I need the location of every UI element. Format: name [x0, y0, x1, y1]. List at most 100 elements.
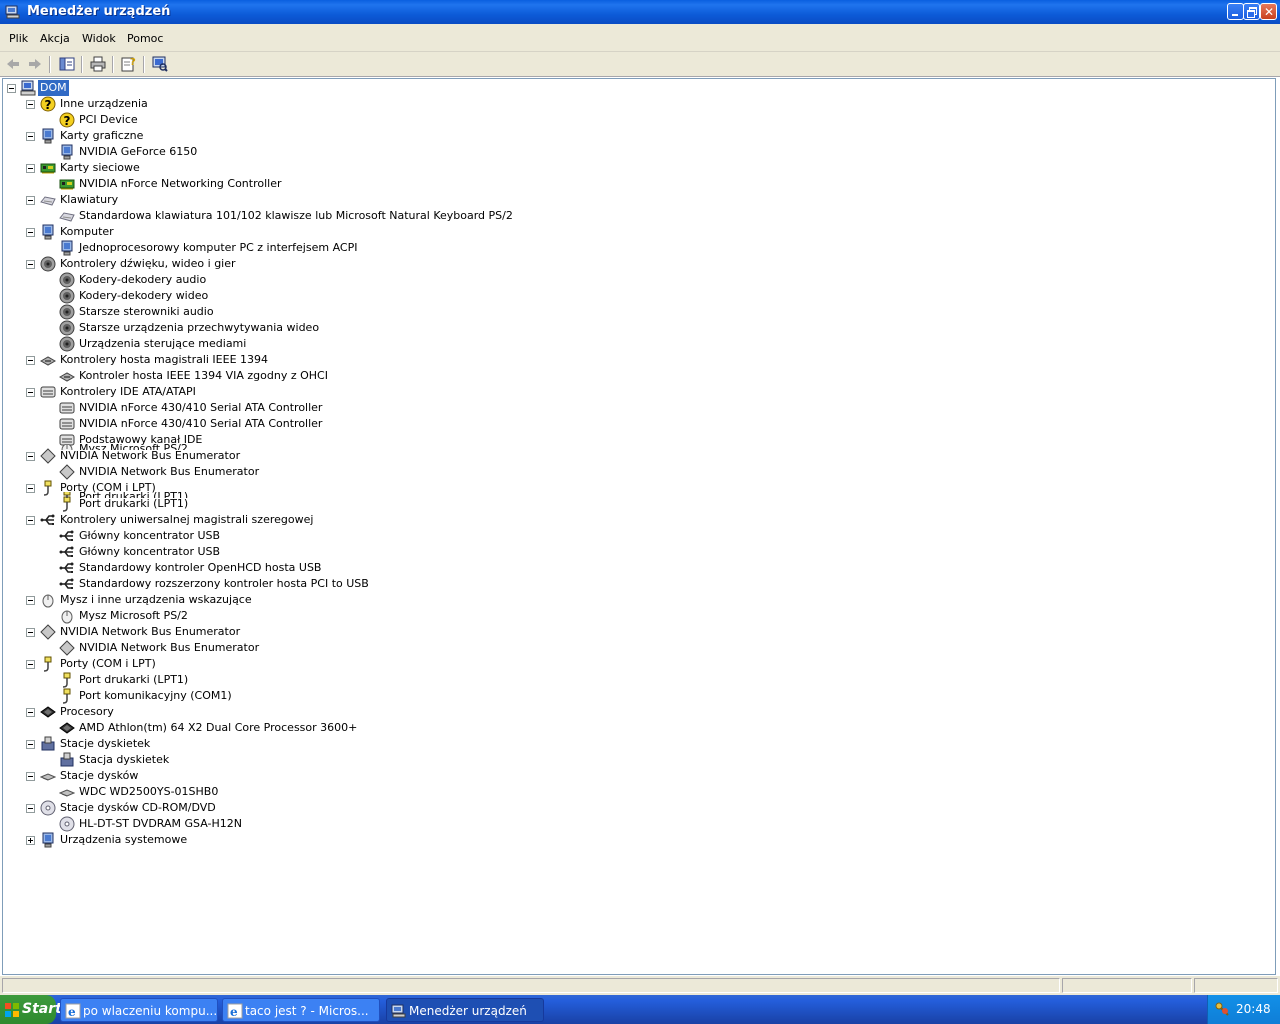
diamond-icon: [59, 640, 75, 656]
tree-label-kontrolery-uniwersalnej-magistrali-szeregowej: Kontrolery uniwersalnej magistrali szere…: [60, 513, 314, 526]
minimize-button[interactable]: [1227, 3, 1244, 20]
collapse-button[interactable]: [26, 100, 35, 109]
ie-icon: e: [65, 1003, 81, 1019]
tree-item-device[interactable]: Główny koncentrator USB: [3, 528, 1273, 544]
collapse-button[interactable]: [26, 516, 35, 525]
tree-item-device[interactable]: NVIDIA nForce Networking Controller: [3, 176, 1273, 192]
tree-item-category[interactable]: Stacje dyskietek: [3, 736, 1273, 752]
collapse-button[interactable]: [26, 740, 35, 749]
tree-item-device[interactable]: Standardowy kontroler OpenHCD hosta USB: [3, 560, 1273, 576]
tree-label-urzadzenia-systemowe: Urządzenia systemowe: [60, 833, 188, 846]
tree-item-device[interactable]: Stacja dyskietek: [3, 752, 1273, 768]
tree-item-root[interactable]: DOM: [3, 80, 1273, 96]
collapse-button[interactable]: [26, 708, 35, 717]
tree-item-device[interactable]: ? PCI Device: [3, 112, 1273, 128]
tree-item-category[interactable]: Mysz i inne urządzenia wskazujące: [3, 592, 1273, 608]
tree-item-device[interactable]: Port drukarki (LPT1): [3, 496, 1273, 512]
tree-item-category[interactable]: Karty sieciowe: [3, 160, 1273, 176]
tree-label-nvidia-nforce-430-410-serial-ata-controller: NVIDIA nForce 430/410 Serial ATA Control…: [79, 417, 323, 430]
tree-item-device[interactable]: NVIDIA nForce 430/410 Serial ATA Control…: [3, 400, 1273, 416]
port-icon: [59, 688, 75, 704]
collapse-button[interactable]: [26, 772, 35, 781]
collapse-button[interactable]: [26, 196, 35, 205]
expand-button[interactable]: [26, 836, 35, 845]
print-icon[interactable]: [89, 55, 107, 73]
tree-item-category[interactable]: Stacje dysków CD-ROM/DVD: [3, 800, 1273, 816]
collapse-button[interactable]: [26, 452, 35, 461]
clock[interactable]: 20:48: [1236, 1002, 1271, 1016]
collapse-button[interactable]: [7, 84, 16, 93]
tree-item-device[interactable]: Port drukarki (LPT1): [3, 672, 1273, 688]
back-arrow-icon[interactable]: [4, 55, 22, 73]
tree-item-device[interactable]: Kontroler hosta IEEE 1394 VIA zgodny z O…: [3, 368, 1273, 384]
collapse-button[interactable]: [26, 228, 35, 237]
start-button[interactable]: Start: [0, 995, 62, 1024]
network-card-icon: [40, 160, 56, 176]
tree-label-stacje-dyskow-cd-rom-dvd: Stacje dysków CD-ROM/DVD: [60, 801, 216, 814]
task-button-1[interactable]: e po wlaczeniu kompu...: [60, 998, 218, 1022]
tree-item-device[interactable]: Urządzenia sterujące mediami: [3, 336, 1273, 352]
question-icon: ?: [40, 96, 56, 112]
tree-label-komputer: Komputer: [60, 225, 114, 238]
tree-item-device[interactable]: NVIDIA GeForce 6150: [3, 144, 1273, 160]
tree-item-category[interactable]: NVIDIA Network Bus Enumerator: [3, 448, 1273, 464]
diamond-icon: [40, 448, 56, 464]
tree-item-category[interactable]: Stacje dysków: [3, 768, 1273, 784]
ghost-row: Port drukarki (LPT1): [3, 492, 403, 498]
scan-hardware-icon[interactable]: [151, 55, 169, 73]
tree-item-device[interactable]: Mysz Microsoft PS/2: [3, 608, 1273, 624]
collapse-button[interactable]: [26, 596, 35, 605]
restore-button[interactable]: [1243, 3, 1260, 20]
tree-item-category[interactable]: Kontrolery hosta magistrali IEEE 1394: [3, 352, 1273, 368]
menu-pomoc[interactable]: Pomoc: [127, 32, 163, 45]
close-button[interactable]: ✕: [1260, 3, 1277, 20]
tree-item-category[interactable]: Komputer: [3, 224, 1273, 240]
tree-item-device[interactable]: Główny koncentrator USB: [3, 544, 1273, 560]
tree-item-device[interactable]: HL-DT-ST DVDRAM GSA-H12N: [3, 816, 1273, 832]
tree-item-category[interactable]: Kontrolery IDE ATA/ATAPI: [3, 384, 1273, 400]
tree-item-device[interactable]: Starsze urządzenia przechwytywania wideo: [3, 320, 1273, 336]
collapse-button[interactable]: [26, 628, 35, 637]
collapse-button[interactable]: [26, 260, 35, 269]
tree-item-device[interactable]: Jednoprocesorowy komputer PC z interfejs…: [3, 240, 1273, 256]
tree-item-device[interactable]: Port komunikacyjny (COM1): [3, 688, 1273, 704]
tree-item-category[interactable]: Porty (COM i LPT): [3, 656, 1273, 672]
tree-item-device[interactable]: Kodery-dekodery audio: [3, 272, 1273, 288]
collapse-button[interactable]: [26, 164, 35, 173]
tree-item-device[interactable]: NVIDIA Network Bus Enumerator: [3, 640, 1273, 656]
properties-help-icon[interactable]: ?: [120, 55, 138, 73]
tree-item-device[interactable]: NVIDIA nForce 430/410 Serial ATA Control…: [3, 416, 1273, 432]
tree-item-device[interactable]: Kodery-dekodery wideo: [3, 288, 1273, 304]
task-button-3[interactable]: Menedżer urządzeń: [386, 998, 544, 1022]
forward-arrow-icon[interactable]: [26, 55, 44, 73]
tree-item-category[interactable]: NVIDIA Network Bus Enumerator: [3, 624, 1273, 640]
menu-plik[interactable]: Plik: [9, 32, 28, 45]
usb-icon: [59, 544, 75, 560]
menu-akcja[interactable]: Akcja: [40, 32, 70, 45]
collapse-button[interactable]: [26, 388, 35, 397]
tree-item-device[interactable]: Standardowy rozszerzony kontroler hosta …: [3, 576, 1273, 592]
tree-item-device[interactable]: Standardowa klawiatura 101/102 klawisze …: [3, 208, 1273, 224]
tree-item-device[interactable]: Starsze sterowniki audio: [3, 304, 1273, 320]
tree-item-category[interactable]: Kontrolery dźwięku, wideo i gier: [3, 256, 1273, 272]
task-button-2[interactable]: e taco jest ? - Micros...: [222, 998, 380, 1022]
collapse-button[interactable]: [26, 356, 35, 365]
show-hide-tree-icon[interactable]: [58, 55, 76, 73]
tree-item-category[interactable]: Procesory: [3, 704, 1273, 720]
device-tree[interactable]: DOM? Inne urządzenia? PCI Device Karty graf…: [2, 78, 1276, 975]
collapse-button[interactable]: [26, 660, 35, 669]
collapse-button[interactable]: [26, 132, 35, 141]
tree-item-category[interactable]: Urządzenia systemowe: [3, 832, 1273, 848]
tray-key-icon[interactable]: [1214, 1001, 1230, 1017]
usb-icon: [59, 560, 75, 576]
tree-item-category[interactable]: Klawiatury: [3, 192, 1273, 208]
tree-item-category[interactable]: ? Inne urządzenia: [3, 96, 1273, 112]
menu-widok[interactable]: Widok: [82, 32, 116, 45]
tree-item-category[interactable]: Karty graficzne: [3, 128, 1273, 144]
tree-item-device[interactable]: AMD Athlon(tm) 64 X2 Dual Core Processor…: [3, 720, 1273, 736]
tree-item-device[interactable]: NVIDIA Network Bus Enumerator: [3, 464, 1273, 480]
collapse-button[interactable]: [26, 804, 35, 813]
tree-item-category[interactable]: Kontrolery uniwersalnej magistrali szere…: [3, 512, 1273, 528]
ghost-row: Mysz Microsoft PS/2: [3, 444, 403, 450]
tree-item-device[interactable]: WDC WD2500YS-01SHB0: [3, 784, 1273, 800]
